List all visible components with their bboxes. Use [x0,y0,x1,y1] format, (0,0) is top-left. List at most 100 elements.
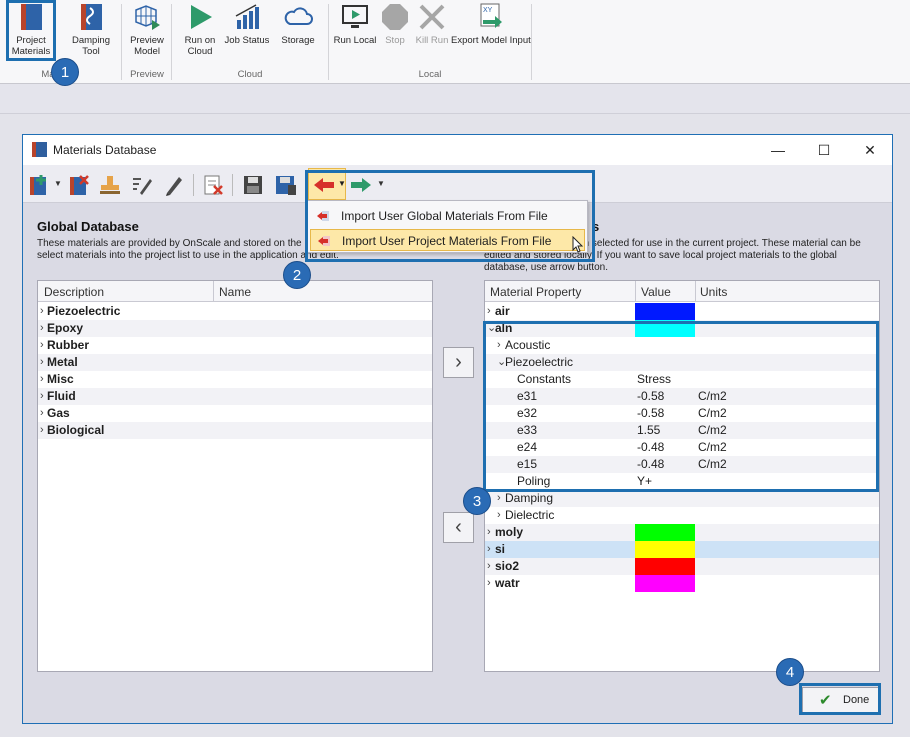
toolbar-separator [193,174,194,196]
export-icon: XY [480,3,502,28]
table-row[interactable]: › Dielectric [485,507,879,524]
callout-1: 1 [51,58,79,86]
chevron-right-icon[interactable]: › [40,320,44,337]
color-swatch[interactable] [635,558,695,575]
ribbon-separator [328,4,329,80]
close-button[interactable]: ✕ [848,135,892,165]
ribbon-label: Storage [281,35,315,46]
minimize-button[interactable]: — [756,135,800,165]
bar-chart-icon [235,4,259,29]
storage-button[interactable]: Storage [277,2,319,46]
export-model-input-button[interactable]: XY Export Model Input [451,2,531,46]
add-material-icon[interactable] [27,173,51,197]
property-label: sio2 [495,559,520,573]
damping-tool-button[interactable]: Damping Tool [68,2,114,57]
remove-document-icon[interactable] [201,173,225,197]
chevron-right-icon[interactable]: › [40,303,44,320]
chevron-right-icon[interactable]: › [40,405,44,422]
grid-preview-icon [135,5,160,30]
play-icon [191,5,212,29]
table-row[interactable]: › air [485,303,879,320]
color-swatch[interactable] [635,541,695,558]
property-label: Damping [505,491,554,505]
chevron-right-icon[interactable]: › [487,558,491,575]
list-item[interactable]: › Rubber [38,337,432,354]
run-local-button[interactable]: Run Local [333,2,377,46]
ribbon: Project Materials Damping Tool Preview M… [0,0,910,84]
toolbar-separator [232,174,233,196]
color-swatch[interactable] [635,524,695,541]
project-desc-1: en selected for use in the current proje… [578,238,861,249]
table-row[interactable]: › sio2 [485,558,879,575]
chevron-right-icon[interactable]: › [487,303,491,320]
pencil-icon[interactable] [162,173,186,197]
category-label: Piezoelectric [47,304,121,318]
callout-2: 2 [283,261,311,289]
kill-run-button[interactable]: Kill Run [414,2,450,46]
chevron-right-icon[interactable]: › [40,337,44,354]
color-swatch[interactable] [635,575,695,592]
highlight-aln-properties [483,321,879,492]
list-item[interactable]: › Metal [38,354,432,371]
cloud-icon [284,7,313,25]
chevron-right-icon[interactable]: › [487,541,491,558]
list-item[interactable]: › Epoxy [38,320,432,337]
global-materials-grid[interactable]: Description Name › Piezoelectric › Epoxy › Ru… [37,280,433,672]
move-left-button[interactable]: ‹ [443,512,474,543]
column-value[interactable]: Value [641,285,671,299]
maximize-button[interactable]: ☐ [802,135,846,165]
project-desc-3: database, use arrow button. [484,262,608,273]
run-on-cloud-button[interactable]: Run on Cloud [180,2,220,57]
list-item[interactable]: › Gas [38,405,432,422]
ribbon-label: Export Model Input [451,35,531,46]
list-item[interactable]: › Piezoelectric [38,303,432,320]
chevron-right-icon[interactable]: › [40,354,44,371]
highlight-project-materials [6,0,56,61]
delete-material-icon[interactable] [67,173,91,197]
edit-list-icon[interactable] [130,173,154,197]
chevron-right-icon[interactable]: › [497,490,501,507]
category-label: Fluid [47,389,76,403]
column-material-property[interactable]: Material Property [490,285,581,299]
dialog-title: Materials Database [53,143,157,157]
column-name[interactable]: Name [219,285,251,299]
chevron-right-icon[interactable]: › [487,524,491,541]
color-swatch[interactable] [635,303,695,320]
list-item[interactable]: › Biological [38,422,432,439]
chevron-right-icon[interactable]: › [487,575,491,592]
stamp-icon[interactable] [98,173,122,197]
preview-model-button[interactable]: Preview Model [126,2,168,57]
table-row[interactable]: › si [485,541,879,558]
property-label: watr [495,576,520,590]
category-label: Gas [47,406,70,420]
chevron-right-icon[interactable]: › [497,507,501,524]
list-item[interactable]: › Fluid [38,388,432,405]
stop-button[interactable]: Stop [380,2,410,46]
ribbon-label: Stop [385,35,405,46]
job-status-button[interactable]: Job Status [224,2,270,46]
chevron-down-icon[interactable]: ▼ [54,179,62,188]
save-icon[interactable] [241,173,265,197]
ribbon-label: Preview Model [130,35,164,57]
category-label: Epoxy [47,321,84,335]
move-right-button[interactable]: › [443,347,474,378]
table-row[interactable]: › watr [485,575,879,592]
chevron-right-icon[interactable]: › [40,422,44,439]
column-description[interactable]: Description [44,285,104,299]
save-as-icon[interactable] [274,173,298,197]
chevron-right-icon[interactable]: › [40,388,44,405]
title-bar: Materials Database — ☐ ✕ [23,135,892,165]
global-database-desc-2: select materials into the project list t… [37,250,339,261]
list-item[interactable]: › Misc [38,371,432,388]
svg-text:XY: XY [483,7,493,14]
column-units[interactable]: Units [700,285,727,299]
ribbon-label: Job Status [224,35,270,46]
ribbon-separator [171,4,172,80]
category-label: Rubber [47,338,89,352]
ribbon-separator [531,4,532,80]
table-row[interactable]: › moly [485,524,879,541]
highlight-import-menu [305,170,595,262]
table-row[interactable]: › Damping [485,490,879,507]
ribbon-separator [121,4,122,80]
chevron-right-icon[interactable]: › [40,371,44,388]
